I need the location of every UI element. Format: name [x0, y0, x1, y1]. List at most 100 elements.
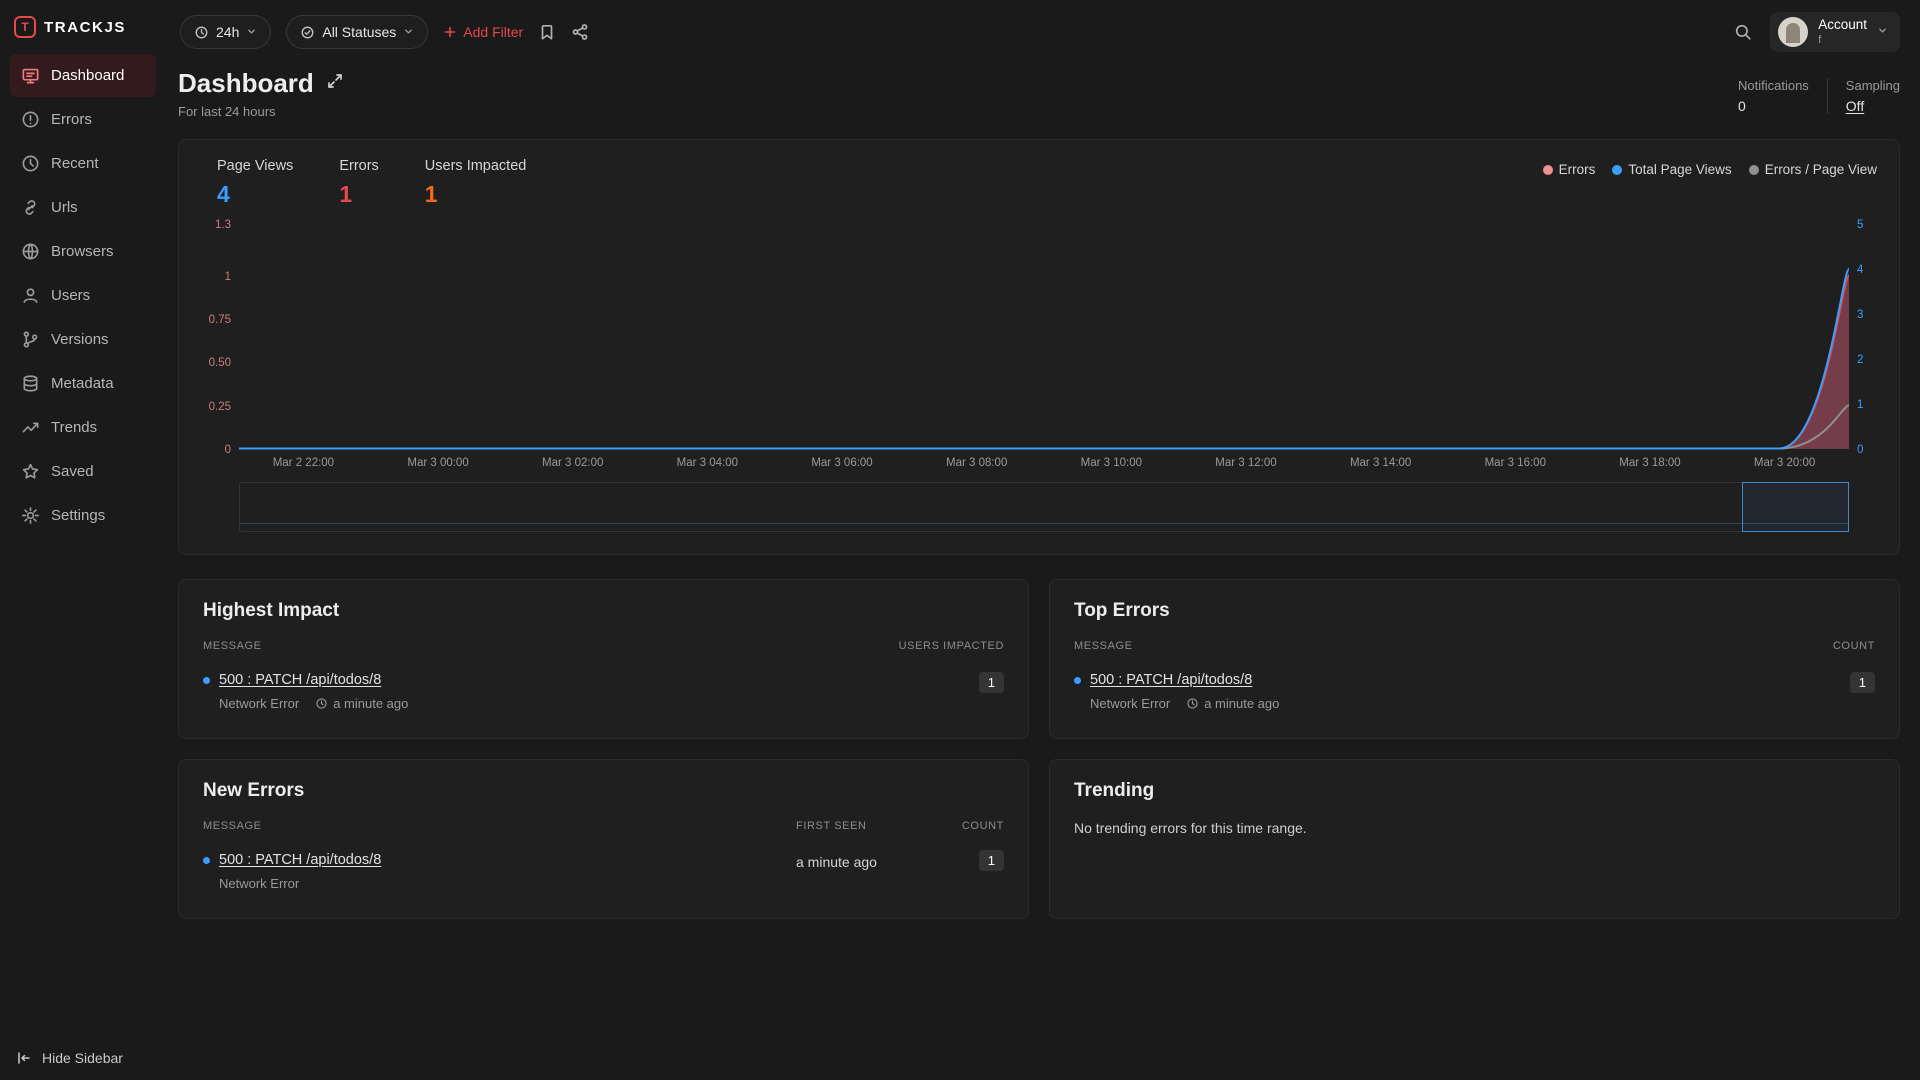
stat-page-views: Page Views 4: [217, 158, 293, 208]
add-filter-button[interactable]: Add Filter: [443, 24, 523, 40]
add-filter-label: Add Filter: [463, 24, 523, 40]
error-message-link[interactable]: 500 : PATCH /api/todos/8: [219, 852, 381, 868]
error-type: Network Error: [1090, 696, 1170, 711]
count-badge: 1: [979, 850, 1004, 871]
error-time: a minute ago: [1204, 696, 1279, 711]
timeseries-chart: [239, 220, 1849, 450]
sampling-toggle-link[interactable]: Off: [1846, 98, 1900, 114]
legend-total-page-views[interactable]: Total Page Views: [1612, 162, 1731, 177]
sidebar-item-dashboard[interactable]: Dashboard: [10, 54, 156, 97]
sidebar-item-users[interactable]: Users: [10, 274, 156, 317]
sidebar-item-settings[interactable]: Settings: [10, 494, 156, 537]
top-errors-card: Top Errors MESSAGE COUNT 500 : PATCH /ap…: [1049, 579, 1900, 739]
chart-plot[interactable]: [239, 220, 1849, 450]
sidebar-item-versions[interactable]: Versions: [10, 318, 156, 361]
stat-label: Errors: [339, 158, 378, 174]
error-message-link[interactable]: 500 : PATCH /api/todos/8: [1090, 672, 1252, 688]
error-type: Network Error: [219, 876, 299, 891]
error-dot: [203, 857, 210, 864]
sidebar-item-recent[interactable]: Recent: [10, 142, 156, 185]
bookmark-button[interactable]: [538, 23, 556, 41]
link-icon: [21, 198, 40, 217]
legend-dot: [1749, 165, 1759, 175]
collapse-left-icon: [16, 1050, 32, 1066]
x-tick: Mar 2 22:00: [273, 457, 334, 469]
notifications-value: 0: [1738, 98, 1809, 114]
sidebar-item-trends[interactable]: Trends: [10, 406, 156, 449]
legend-errors-per-page-view[interactable]: Errors / Page View: [1749, 162, 1877, 177]
database-icon: [21, 374, 40, 393]
sidebar: T TRACKJS Dashboard Errors Recent Urls: [0, 0, 166, 1080]
users-impacted-badge: 1: [979, 672, 1004, 693]
sidebar-item-urls[interactable]: Urls: [10, 186, 156, 229]
trending-card: Trending No trending errors for this tim…: [1049, 759, 1900, 919]
expand-button[interactable]: [327, 73, 343, 94]
time-filter-dropdown[interactable]: 24h: [180, 15, 271, 49]
brand-logo[interactable]: T TRACKJS: [10, 10, 156, 54]
sidebar-item-errors[interactable]: Errors: [10, 98, 156, 141]
sidebar-item-label: Recent: [51, 155, 99, 172]
chart-brush[interactable]: [239, 482, 1849, 532]
x-tick: Mar 3 08:00: [946, 457, 1007, 469]
status-filter-value: All Statuses: [322, 24, 396, 40]
stat-errors: Errors 1: [339, 158, 378, 208]
column-header-users-impacted: USERS IMPACTED: [899, 640, 1004, 652]
left-tick: 0.50: [209, 357, 231, 369]
brush-selection[interactable]: [1742, 482, 1849, 532]
sidebar-item-label: Metadata: [51, 375, 114, 392]
card-title: Top Errors: [1074, 600, 1875, 622]
count-badge: 1: [1850, 672, 1875, 693]
legend-label: Errors / Page View: [1765, 162, 1877, 177]
stat-label: Users Impacted: [425, 158, 527, 174]
check-circle-icon: [300, 25, 315, 40]
topbar-right: Account f: [1734, 12, 1900, 52]
table-row: 500 : PATCH /api/todos/8 Network Error a…: [203, 852, 1004, 891]
x-tick: Mar 3 04:00: [677, 457, 738, 469]
error-dot: [203, 677, 210, 684]
trending-empty-message: No trending errors for this time range.: [1074, 820, 1875, 836]
column-header-first-seen: FIRST SEEN: [796, 820, 946, 832]
topbar: 24h All Statuses Add Filter: [166, 0, 1920, 64]
card-title: Highest Impact: [203, 600, 1004, 622]
right-tick: 2: [1857, 354, 1863, 366]
search-button[interactable]: [1734, 23, 1752, 41]
stat-label: Page Views: [217, 158, 293, 174]
column-header-count: COUNT: [946, 820, 1004, 832]
sidebar-item-saved[interactable]: Saved: [10, 450, 156, 493]
share-button[interactable]: [571, 23, 589, 41]
bookmark-icon: [538, 23, 556, 41]
card-title: New Errors: [203, 780, 1004, 802]
x-tick: Mar 3 18:00: [1619, 457, 1680, 469]
avatar: [1778, 17, 1808, 47]
hide-sidebar-button[interactable]: Hide Sidebar: [16, 1050, 123, 1066]
alert-circle-icon: [21, 110, 40, 129]
x-axis-ticks: Mar 2 22:00Mar 3 00:00Mar 3 02:00Mar 3 0…: [239, 450, 1849, 476]
error-message-link[interactable]: 500 : PATCH /api/todos/8: [219, 672, 381, 688]
error-type: Network Error: [219, 696, 299, 711]
account-sub-label: f: [1818, 34, 1867, 47]
chart-legend: Errors Total Page Views Errors / Page Vi…: [1543, 158, 1877, 177]
clock-icon: [194, 25, 209, 40]
star-icon: [21, 462, 40, 481]
chart-area: 00.250.500.7511.3 012345 Mar 2 22:00Mar …: [201, 220, 1877, 540]
new-errors-card: New Errors MESSAGE FIRST SEEN COUNT 500 …: [178, 759, 1029, 919]
user-icon: [21, 286, 40, 305]
left-tick: 0.75: [209, 314, 231, 326]
status-filter-dropdown[interactable]: All Statuses: [286, 15, 428, 49]
table-row: 500 : PATCH /api/todos/8 Network Error a…: [203, 672, 1004, 711]
sidebar-item-browsers[interactable]: Browsers: [10, 230, 156, 273]
time-filter-value: 24h: [216, 24, 239, 40]
sidebar-item-label: Users: [51, 287, 90, 304]
column-header-message: MESSAGE: [203, 640, 262, 652]
legend-errors[interactable]: Errors: [1543, 162, 1596, 177]
x-tick: Mar 3 20:00: [1754, 457, 1815, 469]
left-tick: 0: [225, 444, 231, 456]
trackjs-logo-icon: T: [14, 16, 36, 38]
sidebar-item-metadata[interactable]: Metadata: [10, 362, 156, 405]
chart-panel: Page Views 4 Errors 1 Users Impacted 1: [178, 139, 1900, 555]
stat-value: 1: [425, 181, 527, 208]
account-menu[interactable]: Account f: [1770, 12, 1900, 52]
x-tick: Mar 3 10:00: [1081, 457, 1142, 469]
share-icon: [571, 23, 589, 41]
main-column: 24h All Statuses Add Filter: [166, 0, 1920, 1080]
